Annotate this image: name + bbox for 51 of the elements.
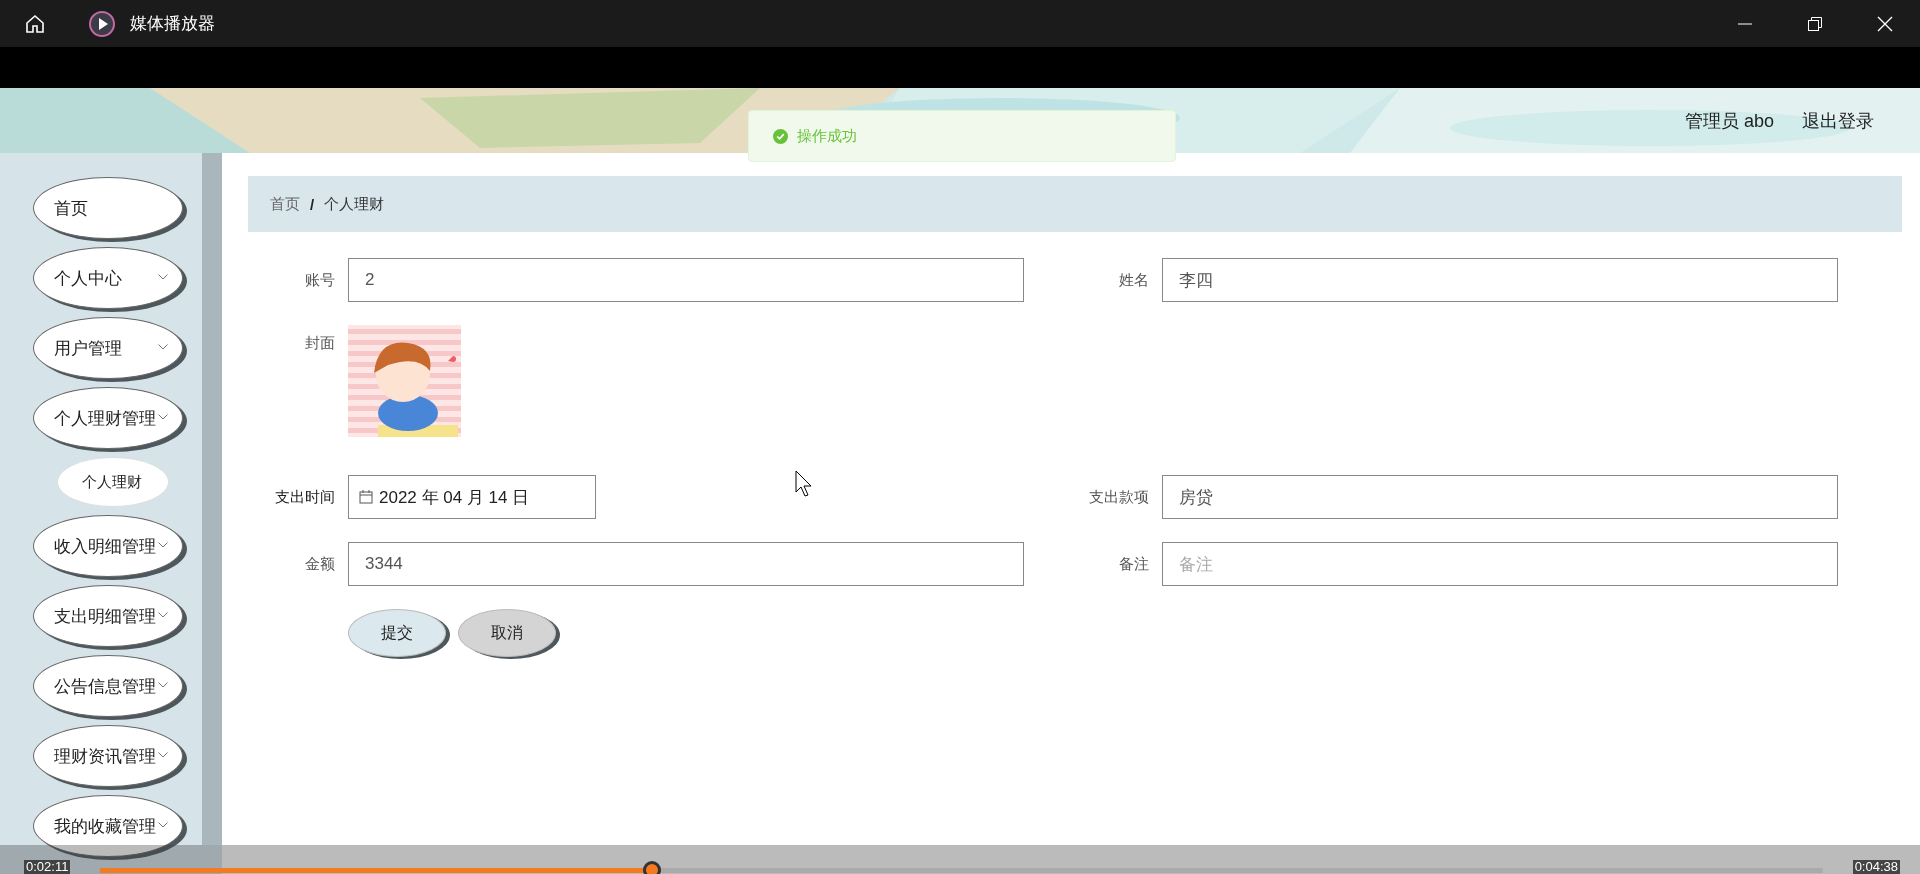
- play-icon: [88, 9, 116, 38]
- breadcrumb-link[interactable]: 首页: [270, 194, 300, 214]
- minimize-icon: [1738, 22, 1752, 25]
- field-label: 备注: [1118, 554, 1150, 574]
- input-field[interactable]: 2: [348, 258, 1024, 302]
- sidebar-item[interactable]: 个人理财管理: [33, 387, 183, 449]
- sidebar-item[interactable]: 支出明细管理: [33, 585, 183, 647]
- restore-icon: [1808, 16, 1822, 31]
- sidebar-item[interactable]: 理财资讯管理: [33, 725, 183, 787]
- field-label: 账号: [304, 270, 336, 290]
- sidebar-item[interactable]: 公告信息管理: [33, 655, 183, 717]
- chevron-icon: [158, 344, 168, 350]
- cursor-icon: [795, 470, 813, 498]
- submit-button[interactable]: 提交: [348, 609, 446, 657]
- sidebar-item[interactable]: 我的收藏管理: [33, 795, 183, 857]
- calendar-icon: [359, 490, 373, 504]
- chevron-icon: [158, 414, 168, 420]
- field-label: 支出款项: [1088, 487, 1150, 507]
- date-field[interactable]: 2022 年 04 月 14 日: [348, 475, 596, 519]
- chevron-icon: [158, 542, 168, 548]
- field-label: 支出时间: [274, 487, 336, 507]
- cancel-button[interactable]: 取消: [458, 609, 556, 657]
- field-label: 封面: [304, 333, 336, 353]
- progress-thumb[interactable]: [642, 861, 661, 874]
- current-time: 0:02:11: [24, 860, 71, 874]
- sidebar-item[interactable]: 收入明细管理: [33, 515, 183, 577]
- total-time: 0:04:38: [1852, 860, 1900, 874]
- chevron-icon: [158, 822, 168, 828]
- logout-link[interactable]: 退出登录: [1802, 108, 1874, 133]
- chevron-icon: [158, 682, 168, 688]
- window-title: 媒体播放器: [130, 13, 215, 35]
- sidebar-item[interactable]: 用户管理: [33, 317, 183, 379]
- toast-message: 操作成功: [797, 126, 857, 146]
- field-label: 姓名: [1118, 270, 1150, 290]
- field-label: 金额: [304, 554, 336, 574]
- user-name: 管理员 abo: [1684, 109, 1774, 133]
- sidebar-subitem[interactable]: 个人理财: [57, 457, 169, 507]
- chevron-icon: [158, 274, 168, 280]
- date-value: 2022 年 04 月 14 日: [379, 486, 530, 509]
- check-icon: [773, 128, 788, 144]
- chevron-icon: [158, 612, 168, 618]
- sidebar-item[interactable]: 个人中心: [33, 247, 183, 309]
- input-field[interactable]: 房贷: [1162, 475, 1838, 519]
- scrollbar-track[interactable]: [202, 153, 222, 845]
- breadcrumb-separator: /: [310, 195, 315, 213]
- sidebar-item[interactable]: 首页: [33, 177, 183, 239]
- breadcrumb-link[interactable]: 个人理财: [324, 194, 385, 214]
- close-icon: [1877, 15, 1893, 32]
- input-field[interactable]: 李四: [1162, 258, 1838, 302]
- input-field[interactable]: 3344: [348, 542, 1024, 586]
- chevron-icon: [158, 752, 168, 758]
